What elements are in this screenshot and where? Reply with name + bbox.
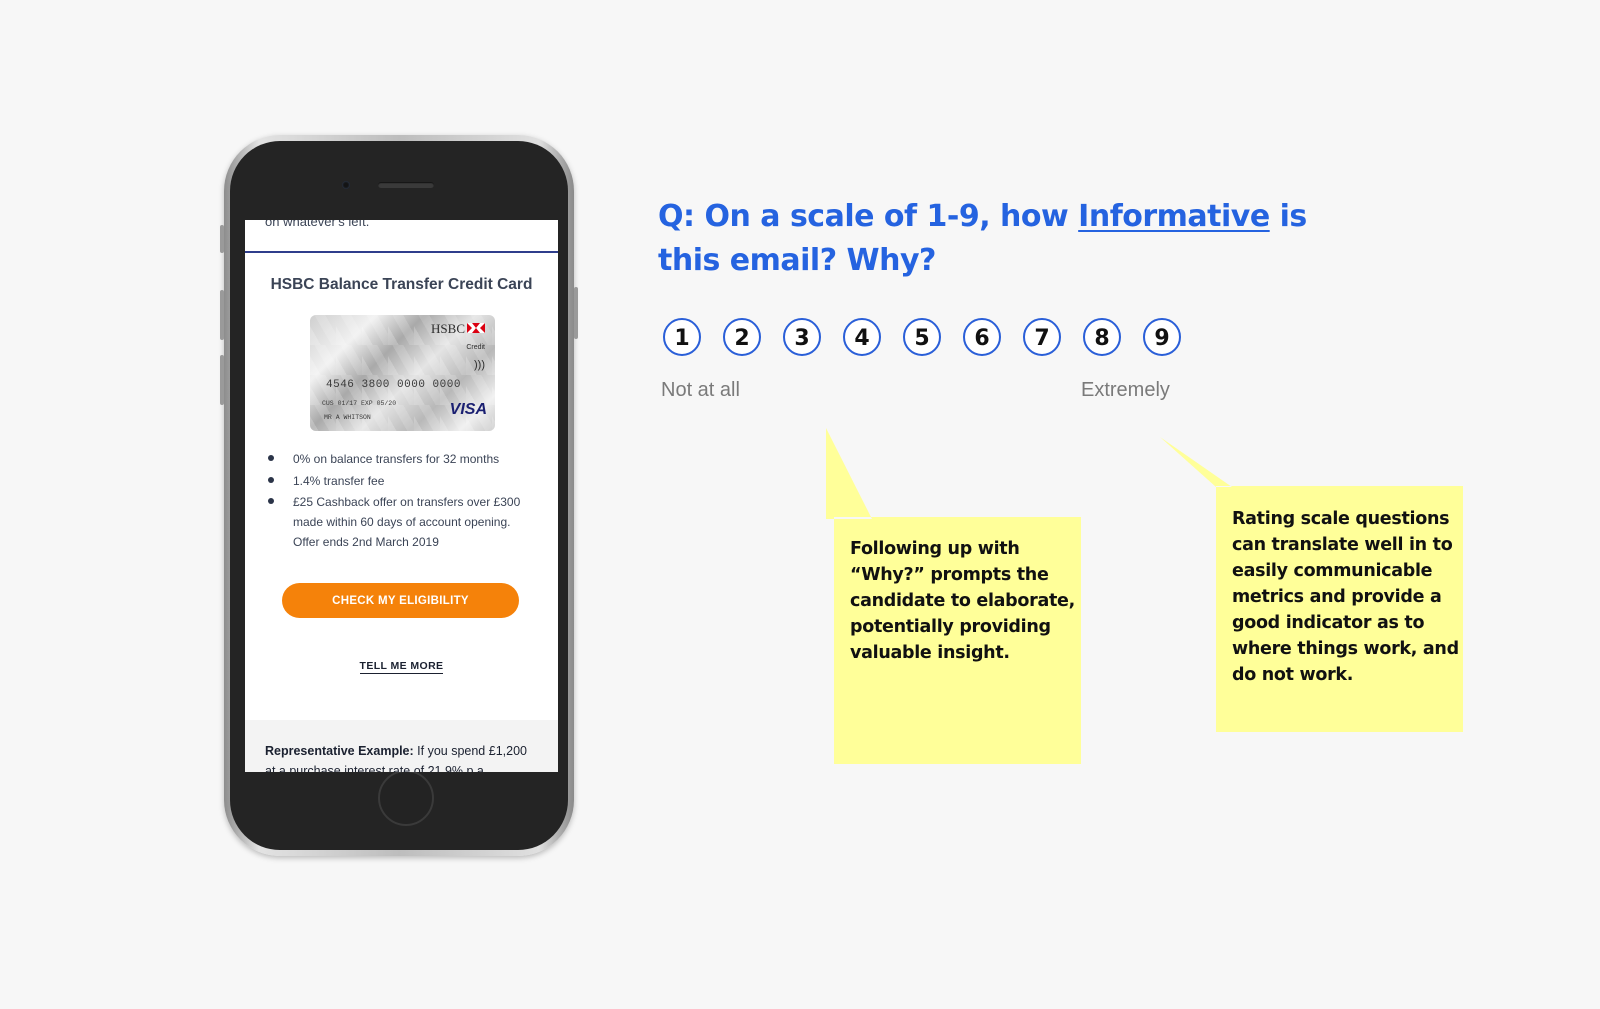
sticky-note-2-text: Rating scale questions can translate wel… — [1232, 509, 1459, 685]
sticky-note-1-text: Following up with “Why?” prompts the can… — [850, 539, 1075, 663]
sticky-notes-layer — [826, 428, 1463, 764]
